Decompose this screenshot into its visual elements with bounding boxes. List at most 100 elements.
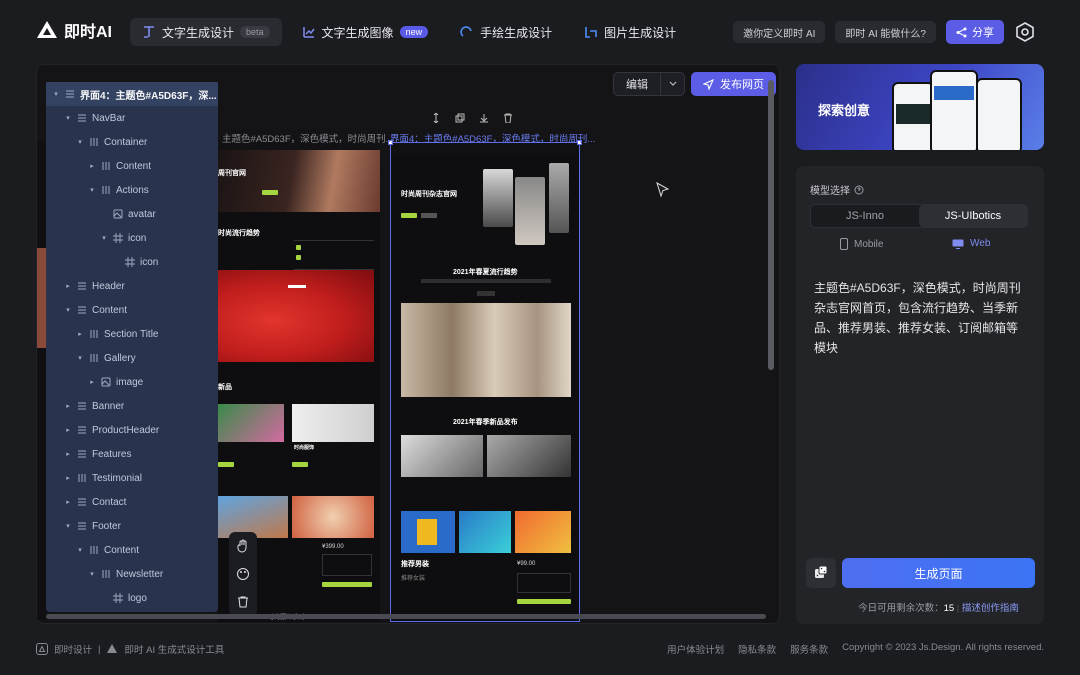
device-option-mobile[interactable]: Mobile (840, 238, 883, 250)
hero-cta-primary (401, 213, 417, 218)
tree-item[interactable]: ▾ Newsletter (46, 562, 163, 586)
hand-icon[interactable] (236, 539, 250, 553)
tree-item-label: Footer (92, 520, 121, 532)
share-button[interactable]: 分享 (946, 20, 1004, 44)
guide-link[interactable]: 描述创作指南 (962, 603, 1019, 614)
footer-brand-name[interactable]: 即时设计 (54, 642, 92, 656)
tree-item[interactable]: ▸ Contact (46, 490, 126, 514)
caret-right-icon[interactable]: ▸ (64, 426, 72, 434)
model-option-uibotics[interactable]: JS-UIbotics (919, 205, 1027, 227)
edit-dropdown[interactable]: 编辑 (613, 72, 685, 96)
caret-right-icon[interactable]: ▸ (64, 498, 72, 506)
tree-item[interactable]: ▸ ProductHeader (46, 418, 159, 442)
caret-down-icon[interactable]: ▾ (100, 234, 108, 242)
help-icon[interactable] (854, 185, 864, 195)
explore-banner[interactable]: 探索创意 (796, 64, 1044, 150)
trash-icon[interactable] (498, 109, 518, 127)
model-segmented-control: JS-Inno JS-UIbotics (810, 204, 1028, 228)
tree-item[interactable]: ▸ Features (46, 442, 131, 466)
phone-screen-dark (896, 104, 930, 124)
column-layout-icon (90, 138, 98, 146)
download-icon[interactable] (474, 109, 494, 127)
hero-cta (262, 190, 278, 195)
tree-item[interactable]: ▸ image (46, 370, 143, 394)
caret-down-icon[interactable]: ▾ (76, 138, 84, 146)
app-logo[interactable]: 即时AI (36, 18, 112, 42)
frame-caption-right[interactable]: 界面4：主题色#A5D63F，深色模式，时尚周刊... (390, 131, 595, 145)
caret-down-icon[interactable]: ▾ (76, 354, 84, 362)
model-option-inno[interactable]: JS-Inno (811, 205, 919, 227)
caret-down-icon[interactable]: ▾ (64, 114, 72, 122)
tree-item[interactable]: ▾ Content (46, 538, 139, 562)
page-preview-right-selected[interactable]: 时尚周刊杂志官网 2021年春夏流行趋势 2021年春季新品发布 推荐男装 ¥9… (390, 142, 580, 622)
caret-right-icon[interactable]: ▸ (64, 282, 72, 290)
caret-down-icon[interactable]: ▾ (64, 306, 72, 314)
horizontal-scrollbar[interactable] (46, 614, 766, 619)
caret-down-icon[interactable]: ▾ (52, 90, 60, 98)
tree-item[interactable]: avatar (46, 202, 156, 226)
brand-icon[interactable] (1014, 21, 1036, 43)
tree-item[interactable]: icon (46, 250, 158, 274)
footer-links: 用户体验计划 隐私条款 服务条款 Copyright © 2023 Js.Des… (667, 642, 1044, 656)
tab-image-to-design[interactable]: 图片生成设计 (572, 18, 688, 46)
image-icon (101, 377, 111, 387)
tree-item[interactable]: ▾ Content (46, 298, 127, 322)
vertical-scrollbar[interactable] (768, 80, 774, 370)
tree-item-label: Gallery (104, 352, 136, 364)
tree-item[interactable]: ▾ Gallery (46, 346, 136, 370)
tree-item[interactable]: ▸ Content (46, 154, 151, 178)
caret-right-icon[interactable]: ▸ (76, 330, 84, 338)
tree-item[interactable]: ▾ 界面4：主题色#A5D63F，深... (46, 82, 218, 106)
footer-link-privacy[interactable]: 隐私条款 (738, 642, 776, 656)
row-layout-icon (78, 426, 86, 434)
tree-item[interactable]: logo (46, 586, 147, 610)
tab-text-to-image[interactable]: 文字生成图像 new (290, 18, 441, 46)
row-layout-icon (66, 90, 74, 98)
caret-down-icon[interactable]: ▾ (88, 570, 96, 578)
move-icon[interactable] (426, 109, 446, 127)
footer-link-ux-plan[interactable]: 用户体验计划 (667, 642, 724, 656)
logo-icon (37, 21, 57, 38)
tree-item[interactable]: ▸ Banner (46, 394, 124, 418)
prompt-textarea[interactable]: 主题色#A5D63F，深色模式，时尚周刊杂志官网首页，包含流行趋势、当季新品、推… (814, 278, 1028, 358)
caret-down-icon[interactable]: ▾ (64, 522, 72, 530)
invite-button[interactable]: 邀你定义即时 AI (733, 21, 826, 43)
copy-icon[interactable] (450, 109, 470, 127)
tree-item[interactable]: ▾ Footer (46, 514, 121, 538)
tree-item[interactable]: ▾ Actions (46, 178, 149, 202)
tree-item[interactable]: ▸ Section Title (46, 322, 158, 346)
caret-down-icon[interactable]: ▾ (76, 546, 84, 554)
beta-badge: beta (240, 26, 270, 38)
size-grid (322, 554, 372, 576)
text-design-icon (144, 26, 154, 38)
trash-icon[interactable] (236, 595, 250, 609)
column-layout-icon (102, 162, 110, 170)
row-layout-icon (78, 402, 86, 410)
caret-right-icon[interactable]: ▸ (88, 162, 96, 170)
tree-item[interactable]: ▸ Testimonial (46, 466, 142, 490)
tree-item[interactable]: ▾ NavBar (46, 106, 125, 130)
footer-link-terms[interactable]: 服务条款 (790, 642, 828, 656)
tree-item[interactable]: ▸ Header (46, 274, 125, 298)
caret-right-icon[interactable]: ▸ (64, 474, 72, 482)
tab-sketch-to-design[interactable]: 手绘生成设计 (448, 18, 564, 46)
share-label: 分享 (972, 27, 994, 39)
device-option-web[interactable]: Web (952, 238, 990, 249)
chevron-down-icon[interactable] (660, 73, 684, 95)
random-prompt-button[interactable] (806, 558, 836, 588)
publish-button[interactable]: 发布网页 (691, 72, 776, 96)
layer-tree-panel[interactable]: ▾ 界面4：主题色#A5D63F，深... ▾ NavBar ▾ Container ▸ Co… (46, 82, 218, 612)
tree-item[interactable]: ▾ Container (46, 130, 147, 154)
section-title-trend: 时尚流行趋势 (218, 230, 260, 237)
caret-right-icon[interactable]: ▸ (64, 450, 72, 458)
what-can-button[interactable]: 即时 AI 能做什么? (835, 21, 936, 43)
caret-down-icon[interactable]: ▾ (88, 186, 96, 194)
caret-right-icon[interactable]: ▸ (64, 402, 72, 410)
caret-right-icon[interactable]: ▸ (88, 378, 96, 386)
row-layout-icon (78, 498, 86, 506)
generate-button[interactable]: 生成页面 (842, 558, 1035, 588)
footer-tool-name: 即时 AI 生成式设计工具 (124, 645, 225, 656)
palette-icon[interactable] (236, 567, 250, 581)
tab-text-to-design[interactable]: 文字生成设计 beta (130, 18, 282, 46)
tree-item[interactable]: ▾ icon (46, 226, 146, 250)
